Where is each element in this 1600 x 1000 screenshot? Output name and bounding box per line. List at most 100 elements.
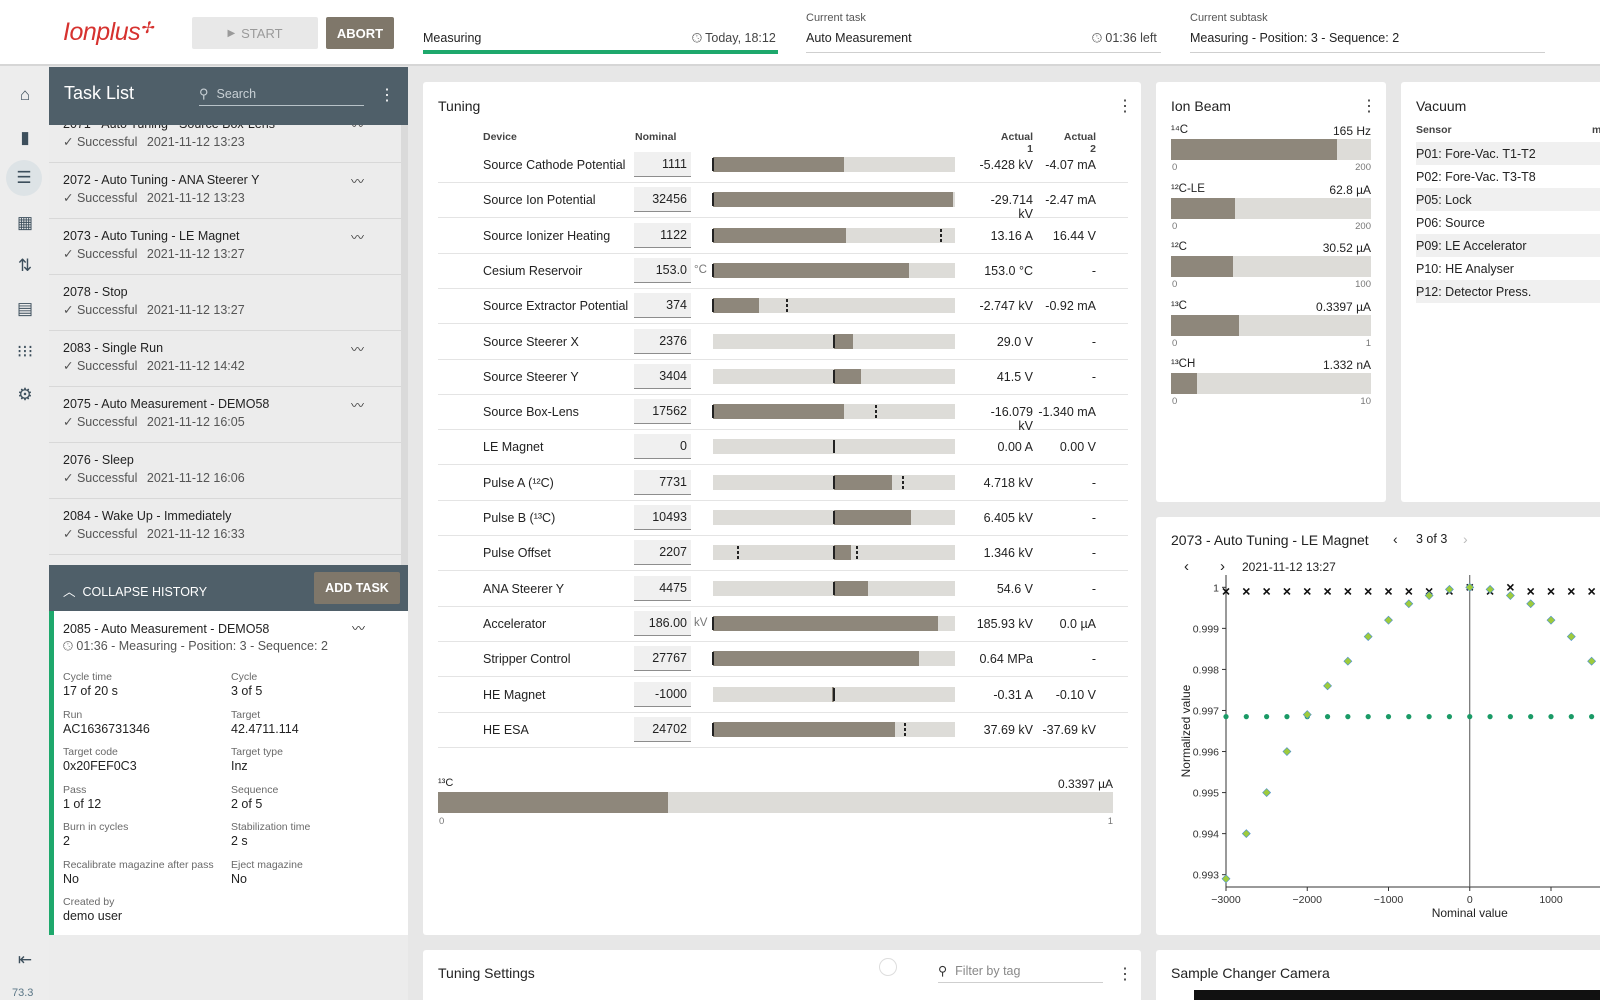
tuning-row: Accelerator 186.00 kV 185.93 kV 0.0 µA — [438, 606, 1128, 642]
trend-icon[interactable]: 〰 — [352, 618, 365, 637]
nominal-input[interactable]: 1111 — [634, 152, 691, 177]
y-tick-label: 0.997 — [1193, 705, 1219, 717]
task-history-item[interactable]: 2072 - Auto Tuning - ANA Steerer Y ✓ Succ… — [49, 162, 401, 219]
trend-icon[interactable]: 〰 — [351, 339, 364, 358]
task-field: Run AC1636731346 — [63, 709, 150, 736]
zero-line — [833, 369, 835, 383]
settings-icon[interactable]: ⚙ — [12, 382, 38, 408]
nominal-input[interactable]: 7731 — [634, 469, 691, 495]
nominal-input[interactable]: 1122 — [634, 222, 691, 248]
dot-marker-point — [1487, 714, 1493, 720]
nominal-input[interactable]: 24702 — [634, 716, 691, 742]
task-title: 2076 - Sleep — [63, 453, 134, 467]
task-history-item[interactable]: 2075 - Auto Measurement - DEMO58 ✓ Succes… — [49, 386, 401, 443]
vacuum-row: P09: LE Accelerator2.36 — [1416, 234, 1600, 257]
collapse-history-button[interactable]: ︿ COLLAPSE HISTORY — [63, 581, 207, 600]
nominal-input[interactable]: -1000 — [634, 681, 691, 707]
zero-line — [712, 722, 714, 736]
add-task-button[interactable]: ADD TASK — [314, 572, 400, 604]
chevron-left-icon[interactable]: ‹ — [1184, 558, 1189, 575]
nominal-input[interactable]: 27767 — [634, 646, 691, 672]
apps-icon[interactable]: ⁝⁝⁝ — [12, 339, 38, 365]
diamond-marker-point — [1404, 599, 1414, 609]
task-history-item[interactable]: 2078 - Stop ✓ Successful 2021-11-12 13:27 — [49, 274, 401, 331]
nominal-input[interactable]: 374 — [634, 293, 691, 319]
nominal-input[interactable]: 32456 — [634, 187, 691, 213]
nominal-input[interactable]: 10493 — [634, 505, 691, 530]
chart-icon[interactable]: ▮ — [12, 125, 38, 151]
task-list-menu-icon[interactable]: ⋮ — [379, 85, 395, 105]
task-field: Target 42.4711.114 — [231, 709, 299, 736]
nominal-input[interactable]: 3404 — [634, 363, 691, 389]
nominal-input[interactable]: 153.0 — [634, 257, 691, 283]
abort-button[interactable]: ABORT — [326, 17, 394, 49]
trend-icon[interactable]: 〰 — [351, 125, 364, 134]
collapse-nav-icon[interactable]: ⇤ — [12, 947, 38, 973]
tuning-icon[interactable]: ☰ — [6, 160, 42, 196]
nominal-input[interactable]: 2376 — [634, 328, 691, 354]
dot-marker-point — [1264, 714, 1270, 720]
task-search-input[interactable]: ⚲ Search — [199, 82, 364, 106]
vacuum-row: P05: Lock8.01 — [1416, 188, 1600, 211]
diamond-marker-point — [1241, 829, 1251, 839]
task-status-text: Successful — [76, 471, 138, 485]
task-history-list: 2071 - Auto Tuning - Source Box-Lens ✓ Su… — [49, 125, 401, 630]
ion-beam-menu-icon[interactable]: ⋮ — [1361, 96, 1377, 116]
diamond-marker-point — [1323, 681, 1332, 691]
nominal-input[interactable]: 4475 — [634, 575, 691, 601]
ion-value: 62.8 µA — [1329, 182, 1371, 197]
task-history-item[interactable]: 2073 - Auto Tuning - LE Magnet ✓ Successf… — [49, 218, 401, 275]
task-history-item[interactable]: 2084 - Wake Up - Immediately ✓ Successful… — [49, 498, 401, 555]
actual-2: - — [1091, 581, 1096, 596]
transfer-icon[interactable]: ⇅ — [12, 253, 38, 279]
calendar-icon[interactable]: ▦ — [12, 210, 38, 236]
home-icon[interactable]: ⌂ — [12, 82, 38, 108]
task-history-item[interactable]: 2083 - Single Run ✓ Successful 2021-11-12… — [49, 330, 401, 387]
task-history-item[interactable]: 2076 - Sleep ✓ Successful 2021-11-12 16:0… — [49, 442, 401, 499]
ion-name: ¹²C-LE — [1171, 182, 1205, 195]
prev-run-icon[interactable]: ‹ — [1393, 531, 1398, 547]
x-marker-point — [1588, 587, 1596, 595]
tuning-settings-menu-icon[interactable]: ⋮ — [1117, 964, 1133, 984]
device-name: Source Cathode Potential — [483, 158, 626, 172]
task-status: ✓ Successful 2021-11-12 16:05 — [63, 414, 245, 429]
ion-name: ¹²C — [1171, 241, 1187, 254]
current-task-card[interactable]: 2085 - Auto Measurement - DEMO58 〰 🕓︎ 01… — [49, 611, 408, 935]
start-button[interactable]: ▶ START — [192, 17, 318, 49]
summary-min: 0 — [439, 816, 445, 827]
actual-2: -4.07 mA — [1045, 158, 1096, 172]
zero-line — [712, 228, 714, 242]
sensor-name: P05: Lock — [1416, 193, 1472, 207]
device-name: Source Box-Lens — [483, 405, 579, 420]
task-status-text: Successful — [76, 135, 138, 149]
trend-icon[interactable]: 〰 — [351, 227, 364, 246]
top-bar: Ionplus✢ ▶ START ABORT Measuring 🕓︎ Today… — [0, 0, 1600, 66]
task-field-value: No — [231, 871, 247, 886]
actual-1: 1.346 kV — [983, 546, 1033, 561]
task-field-label: Target type — [231, 746, 283, 758]
task-list-scrollbar[interactable] — [401, 125, 408, 630]
task-status: ✓ Successful 2021-11-12 13:23 — [63, 134, 245, 149]
current-subtask-value: Measuring - Position: 3 - Sequence: 2 — [1190, 31, 1400, 45]
storage-icon[interactable]: ▤ — [12, 296, 38, 322]
chevron-right-icon[interactable]: › — [1220, 558, 1225, 575]
actual-2: - — [1091, 334, 1096, 349]
trend-icon[interactable]: 〰 — [351, 395, 364, 414]
task-time: 2021-11-12 16:06 — [146, 471, 245, 485]
nominal-input[interactable]: 2207 — [634, 540, 691, 566]
dot-marker-point — [1548, 714, 1554, 720]
task-field-value: 42.4711.114 — [231, 721, 299, 736]
camera-feed — [1194, 990, 1600, 1000]
filter-by-tag-input[interactable]: ⚲ Filter by tag — [938, 959, 1103, 983]
next-run-icon[interactable]: › — [1463, 531, 1468, 547]
ion-bar-fill — [1171, 373, 1197, 395]
task-history-item[interactable]: 2071 - Auto Tuning - Source Box-Lens ✓ Su… — [49, 125, 401, 163]
nominal-input[interactable]: 186.00 — [634, 610, 691, 636]
diamond-marker-point — [1282, 747, 1292, 756]
task-field-value: 2 of 5 — [231, 796, 263, 811]
nominal-input[interactable]: 17562 — [634, 399, 691, 425]
task-time: 2021-11-12 13:23 — [146, 135, 245, 149]
nominal-input[interactable]: 0 — [634, 434, 691, 460]
trend-icon[interactable]: 〰 — [351, 171, 364, 190]
tuning-menu-icon[interactable]: ⋮ — [1117, 96, 1133, 116]
